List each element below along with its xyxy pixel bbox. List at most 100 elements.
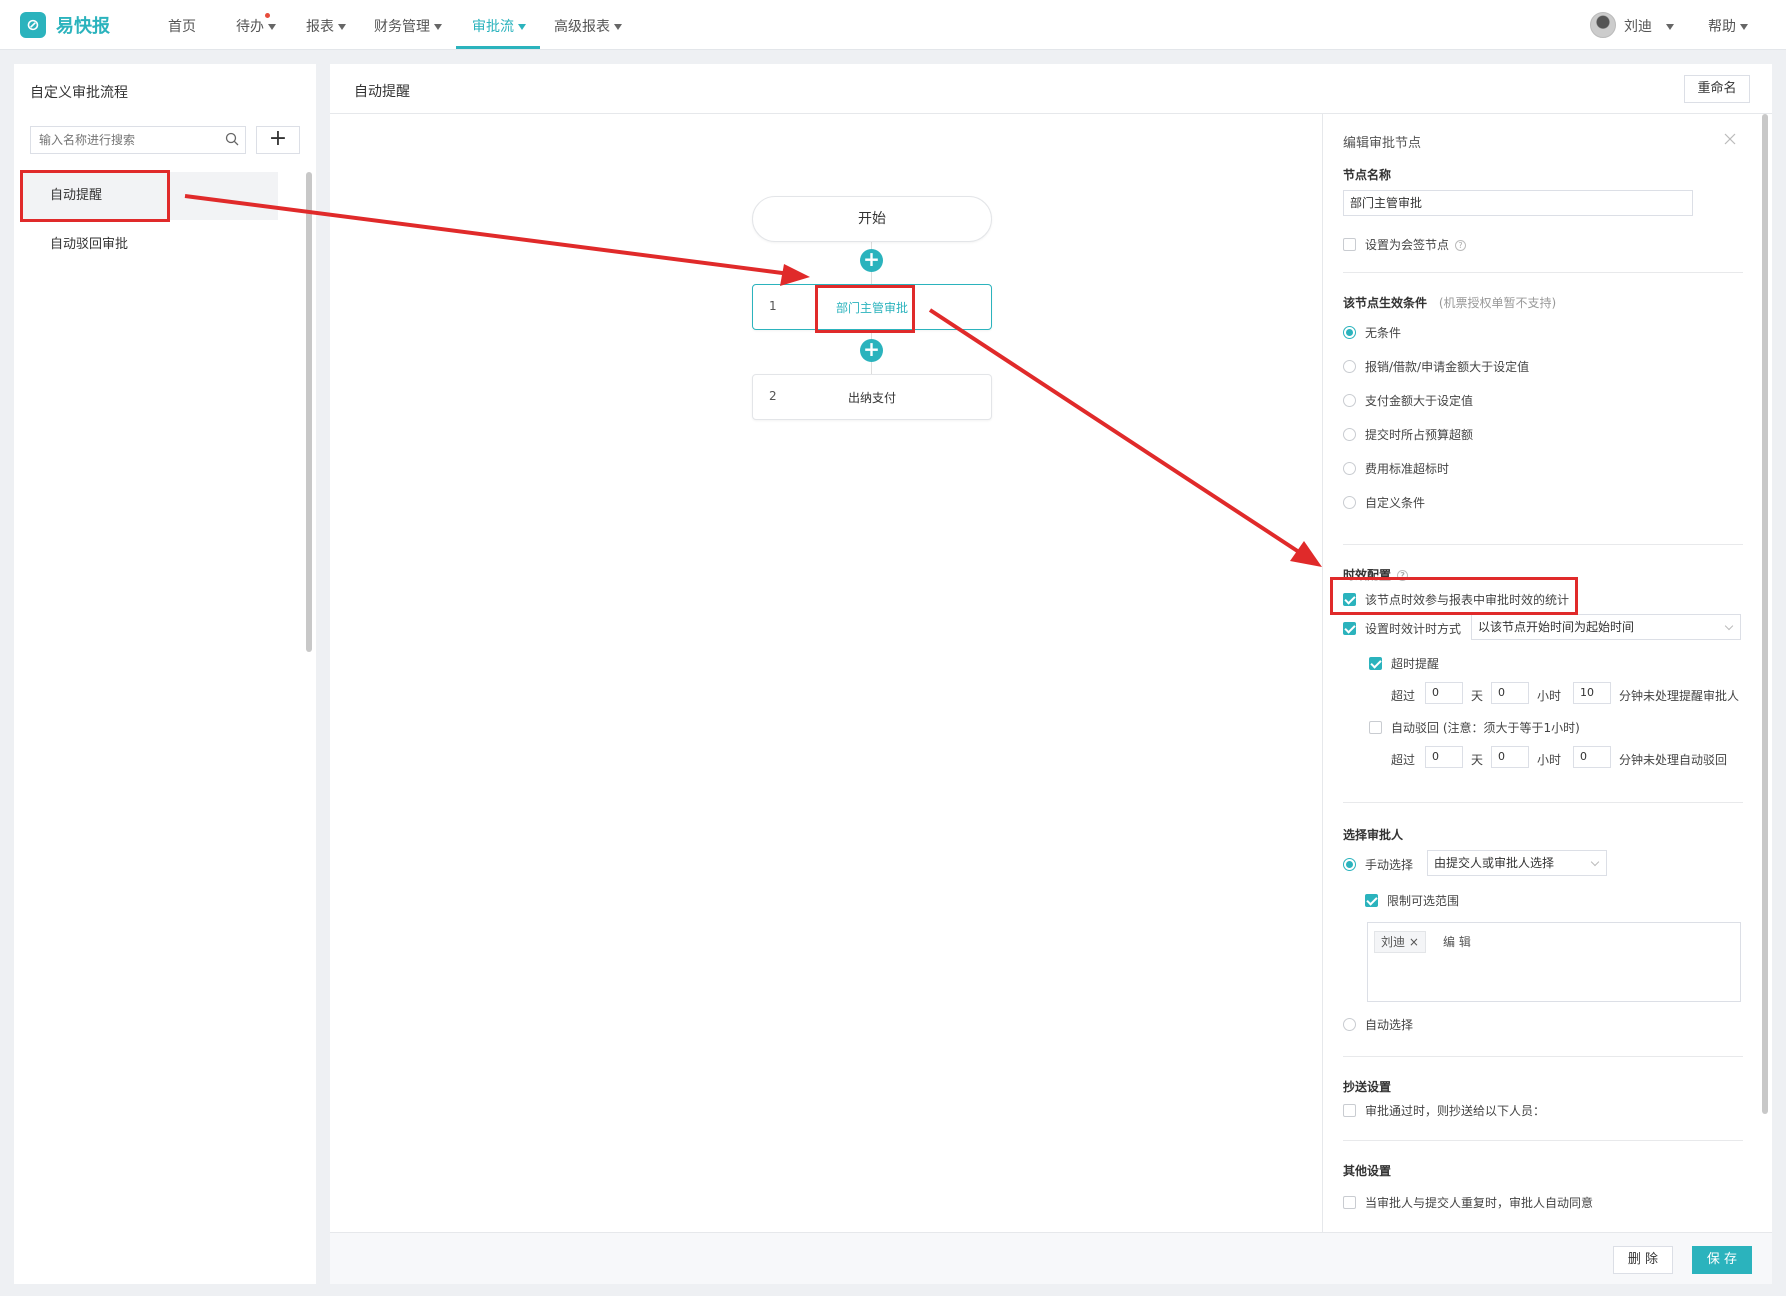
reject-days-input[interactable]: 0 — [1425, 746, 1463, 768]
flow-start-node[interactable]: 开始 — [752, 196, 992, 242]
auto-approve-checkbox[interactable] — [1343, 1196, 1356, 1209]
manual-select-dropdown[interactable]: 由提交人或审批人选择 — [1427, 850, 1607, 876]
node-name-label: 节点名称 — [1343, 168, 1392, 182]
rename-button[interactable]: 重命名 — [1684, 75, 1750, 103]
add-node-button[interactable]: + — [860, 339, 883, 362]
chevron-down-icon — [614, 24, 622, 30]
chevron-down-icon — [1724, 621, 1734, 631]
nav-home[interactable]: 首页 — [168, 16, 196, 36]
condition-radio-none[interactable] — [1343, 326, 1356, 339]
condition-option-label: 提交时所占预算超额 — [1365, 428, 1474, 442]
add-node-button[interactable]: + — [860, 249, 883, 272]
condition-radio-custom[interactable] — [1343, 496, 1356, 509]
manual-select-radio[interactable] — [1343, 858, 1356, 871]
reject-minutes-input[interactable]: 0 — [1573, 746, 1611, 768]
edit-node-panel: 编辑审批节点 节点名称 部门主管审批 设置为会签节点? 该节点生效条件 (机票授… — [1322, 114, 1762, 1232]
user-avatar[interactable] — [1590, 12, 1616, 38]
edit-panel-title: 编辑审批节点 — [1343, 136, 1422, 151]
nav-finance-label: 财务管理 — [374, 19, 430, 35]
user-name: 刘迪 — [1624, 19, 1652, 35]
condition-radio-standard[interactable] — [1343, 462, 1356, 475]
chevron-down-icon — [338, 24, 346, 30]
condition-radio-budget[interactable] — [1343, 428, 1356, 441]
cc-text: 审批通过时，则抄送给以下人员： — [1365, 1104, 1546, 1118]
save-button[interactable]: 保 存 — [1692, 1246, 1752, 1274]
user-menu[interactable]: 刘迪 — [1624, 16, 1674, 36]
limit-scope-label: 限制可选范围 — [1387, 894, 1460, 908]
edit-scope-button[interactable]: 编 辑 — [1436, 931, 1478, 953]
search-icon[interactable] — [225, 132, 239, 146]
logo-text: 易快报 — [56, 16, 110, 37]
timing-mode-checkbox[interactable] — [1343, 622, 1356, 635]
search-input[interactable] — [31, 127, 211, 153]
condition-radio-payment[interactable] — [1343, 394, 1356, 407]
limit-scope-checkbox[interactable] — [1365, 894, 1378, 907]
flow-node-cashier-payment[interactable]: 2 出纳支付 — [752, 374, 992, 420]
divider — [1343, 802, 1743, 803]
condition-header: 该节点生效条件 (机票授权单暂不支持) — [1343, 294, 1556, 311]
scrollbar[interactable] — [306, 172, 312, 652]
remind-hours-input[interactable]: 0 — [1491, 682, 1529, 704]
list-item-label: 自动驳回审批 — [50, 237, 129, 252]
countersign-label: 设置为会签节点? — [1365, 236, 1467, 253]
condition-option-label: 无条件 — [1365, 326, 1402, 340]
active-tab-indicator — [456, 46, 540, 49]
approver-label: 选择审批人 — [1343, 828, 1404, 842]
divider — [1343, 1140, 1743, 1141]
day-unit: 天 — [1471, 689, 1484, 703]
chevron-down-icon — [268, 24, 276, 30]
remind-minutes-input[interactable]: 10 — [1573, 682, 1611, 704]
workflow-item-auto-reject[interactable]: 自动驳回审批 — [20, 221, 278, 269]
chevron-down-icon — [1740, 24, 1748, 30]
logo[interactable]: ⊘ 易快报 — [20, 12, 110, 38]
editor-header: 自动提醒 重命名 — [330, 64, 1772, 114]
cc-checkbox[interactable] — [1343, 1104, 1356, 1117]
notification-dot — [265, 13, 270, 18]
condition-note: (机票授权单暂不支持) — [1438, 296, 1557, 310]
chevron-down-icon — [434, 24, 442, 30]
select-value: 由提交人或审批人选择 — [1434, 856, 1555, 870]
nav-todo-label: 待办 — [236, 19, 264, 35]
overtime-remind-checkbox[interactable] — [1369, 657, 1382, 670]
condition-option-label: 费用标准超标时 — [1365, 462, 1450, 476]
hour-unit: 小时 — [1537, 753, 1562, 767]
help-label: 帮助 — [1708, 19, 1736, 35]
editor-footer: 删 除 保 存 — [330, 1232, 1772, 1284]
other-label: 其他设置 — [1343, 1164, 1392, 1178]
workflow-title: 自动提醒 — [354, 84, 410, 100]
nav-advanced-reports[interactable]: 高级报表 — [554, 16, 622, 36]
reject-hours-input[interactable]: 0 — [1491, 746, 1529, 768]
countersign-checkbox[interactable] — [1343, 238, 1356, 251]
node-name-input[interactable]: 部门主管审批 — [1343, 190, 1693, 216]
help-icon[interactable]: ? — [1455, 240, 1467, 251]
add-workflow-button[interactable]: + — [256, 126, 300, 154]
auto-reject-checkbox[interactable] — [1369, 721, 1382, 734]
top-navbar: ⊘ 易快报 首页 待办 报表 财务管理 审批流 高级报表 刘迪 帮助 — [0, 0, 1786, 50]
auto-select-radio[interactable] — [1343, 1018, 1356, 1031]
remove-tag-icon[interactable]: × — [1409, 935, 1419, 949]
timing-mode-select[interactable]: 以该节点开始时间为起始时间 — [1471, 614, 1741, 640]
reject-tail-label: 分钟未处理自动驳回 — [1619, 753, 1728, 767]
nav-finance[interactable]: 财务管理 — [374, 16, 442, 36]
help-menu[interactable]: 帮助 — [1708, 16, 1748, 36]
nav-approval-flow[interactable]: 审批流 — [472, 16, 526, 36]
manual-select-label: 手动选择 — [1365, 858, 1414, 872]
overtime-remind-label: 超时提醒 — [1391, 657, 1440, 671]
nav-reports[interactable]: 报表 — [306, 16, 346, 36]
auto-approve-text: 当审批人与提交人重复时，审批人自动同意 — [1365, 1196, 1594, 1210]
nav-home-label: 首页 — [168, 19, 196, 35]
condition-radio-amount[interactable] — [1343, 360, 1356, 373]
hour-unit: 小时 — [1537, 689, 1562, 703]
exceed-label: 超过 — [1391, 689, 1416, 703]
nav-todo[interactable]: 待办 — [236, 16, 276, 36]
close-icon[interactable] — [1723, 132, 1737, 146]
timing-mode-label: 设置时效计时方式 — [1365, 622, 1462, 636]
nav-advanced-label: 高级报表 — [554, 19, 610, 35]
select-value: 以该节点开始时间为起始时间 — [1478, 620, 1635, 634]
scrollbar[interactable] — [1762, 114, 1768, 1114]
remind-days-input[interactable]: 0 — [1425, 682, 1463, 704]
delete-button[interactable]: 删 除 — [1613, 1246, 1673, 1274]
cc-label: 抄送设置 — [1343, 1080, 1392, 1094]
search-box — [30, 126, 246, 154]
scope-tag-area[interactable]: 刘迪 × 编 辑 — [1367, 922, 1741, 1002]
